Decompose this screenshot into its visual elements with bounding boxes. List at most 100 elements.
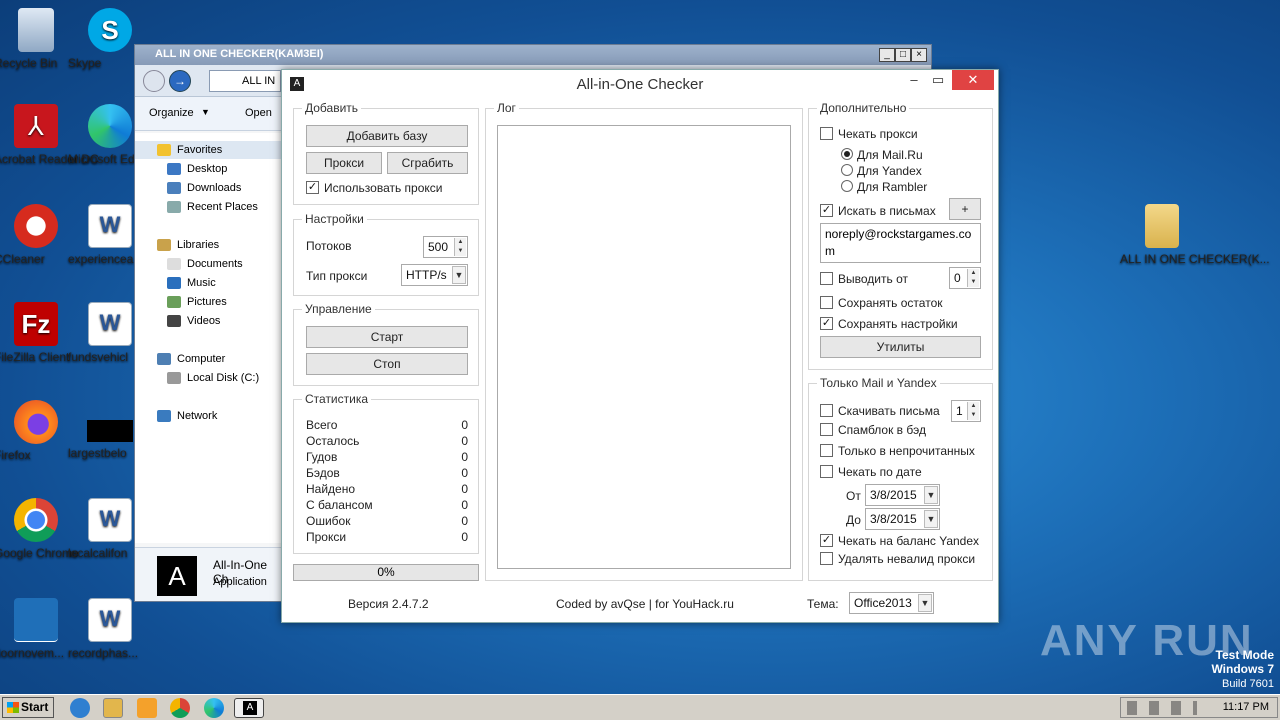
radio-yandex[interactable] <box>841 164 853 176</box>
disk-icon <box>167 372 181 385</box>
checker-taskbar-icon[interactable]: A <box>234 698 264 718</box>
start-button[interactable]: Start <box>2 697 54 718</box>
desktop-icon-filezilla[interactable]: Fz FileZilla Client <box>0 302 78 364</box>
nav-desktop[interactable]: Desktop <box>167 160 227 178</box>
close-button[interactable]: ✕ <box>952 70 994 90</box>
forward-icon[interactable]: → <box>169 70 191 92</box>
threads-value: 500 <box>428 240 449 254</box>
open-button[interactable]: Open <box>245 107 272 119</box>
stop-button[interactable]: Стоп <box>306 353 468 375</box>
proxy-type-select[interactable]: HTTP/s ▼ <box>401 264 468 286</box>
nav-downloads[interactable]: Downloads <box>167 179 241 197</box>
to-label: До <box>846 513 861 527</box>
control-group-title: Управление <box>302 302 375 316</box>
spinner-icon[interactable]: ▲ ▼ <box>967 402 979 420</box>
grab-button[interactable]: Сграбить <box>387 152 468 174</box>
computer-icon <box>157 353 171 366</box>
clock[interactable]: 11:17 PM <box>1223 701 1269 713</box>
nav-music[interactable]: Music <box>167 274 216 292</box>
use-proxy-checkbox[interactable]: ✓ <box>306 181 319 194</box>
nav-recent[interactable]: Recent Places <box>167 198 258 216</box>
desktop-icon-doornovem[interactable]: doornovem... <box>0 598 78 660</box>
desktop-icon-firefox[interactable]: Firefox <box>0 400 78 462</box>
only-unread-checkbox[interactable] <box>820 444 833 457</box>
desktop-icon-label: FileZilla Client <box>0 350 70 364</box>
version-label: Версия 2.4.7.2 <box>348 597 429 611</box>
checker-window: A All-in-One Checker – ▭ ✕ Добавить Доба… <box>281 69 999 623</box>
testmode-line1: Test Mode <box>1215 648 1274 662</box>
desktop-icon-recycle-bin[interactable]: Recycle Bin <box>0 8 78 70</box>
download-letters-checkbox[interactable] <box>820 404 833 417</box>
nav-videos[interactable]: Videos <box>167 312 220 330</box>
save-settings-checkbox[interactable]: ✓ <box>820 317 833 330</box>
utilities-button[interactable]: Утилиты <box>820 336 981 358</box>
word-document-icon: W <box>88 204 132 248</box>
chrome-icon[interactable] <box>170 698 190 718</box>
from-date-picker[interactable]: 3/8/2015 ▼ <box>865 484 940 506</box>
ie-icon[interactable] <box>70 698 90 718</box>
output-from-stepper[interactable]: 0 ▲ ▼ <box>949 267 981 289</box>
output-from-checkbox[interactable] <box>820 272 833 285</box>
radio-yandex-label: Для Yandex <box>857 164 922 178</box>
progress-bar: 0% <box>293 564 479 581</box>
save-rest-checkbox[interactable] <box>820 296 833 309</box>
spinner-icon[interactable]: ▲ ▼ <box>454 238 466 256</box>
coded-by-label: Coded by avQse | for YouHack.ru <box>556 597 734 611</box>
remove-invalid-proxy-checkbox[interactable] <box>820 552 833 565</box>
skype-icon: S <box>88 8 132 52</box>
desktop-icon-label: ALL IN ONE CHECKER(K... <box>1120 252 1270 266</box>
proxy-button[interactable]: Прокси <box>306 152 382 174</box>
check-proxy-checkbox[interactable] <box>820 127 833 140</box>
search-in-letters-checkbox[interactable]: ✓ <box>820 204 833 217</box>
edge-icon[interactable] <box>204 698 224 718</box>
desktop-icon-chrome[interactable]: Google Chrome <box>0 498 79 560</box>
to-date-picker[interactable]: 3/8/2015 ▼ <box>865 508 940 530</box>
add-search-button[interactable]: + <box>949 198 981 220</box>
threads-stepper[interactable]: 500 ▲ ▼ <box>423 236 468 258</box>
radio-mailru[interactable] <box>841 148 853 160</box>
only-unread-label: Только в непрочитанных <box>838 444 975 458</box>
nav-documents[interactable]: Documents <box>167 255 243 273</box>
add-base-button[interactable]: Добавить базу <box>306 125 468 147</box>
maximize-button[interactable]: □ <box>895 48 911 62</box>
spinner-icon[interactable]: ▲ ▼ <box>967 269 979 287</box>
desktop-icon-acrobat[interactable]: ⅄ Acrobat Reader DC <box>0 104 99 166</box>
start-label: Start <box>21 700 49 714</box>
minimize-button[interactable]: _ <box>879 48 895 62</box>
radio-rambler[interactable] <box>841 180 853 192</box>
organize-button[interactable]: Organize <box>149 107 194 119</box>
desktop-icon-recordphas[interactable]: W recordphas... <box>68 598 152 660</box>
nav-libraries[interactable]: Libraries <box>157 236 219 254</box>
desktop-icon-label: doornovem... <box>0 646 65 660</box>
desktop-icon-ccleaner[interactable]: CCleaner <box>0 204 78 266</box>
nav-network[interactable]: Network <box>157 407 217 425</box>
check-by-date-label: Чекать по дате <box>838 465 922 479</box>
address-input[interactable]: ALL IN <box>209 70 281 92</box>
nav-localdisk[interactable]: Local Disk (C:) <box>167 369 259 387</box>
media-player-icon[interactable] <box>137 698 157 718</box>
nav-computer[interactable]: Computer <box>157 350 225 368</box>
spamblock-checkbox[interactable] <box>820 423 833 436</box>
explorer-icon[interactable] <box>103 698 123 718</box>
download-letters-stepper[interactable]: 1 ▲ ▼ <box>951 400 981 422</box>
start-button[interactable]: Старт <box>306 326 468 348</box>
check-by-date-checkbox[interactable] <box>820 465 833 478</box>
radio-rambler-label: Для Rambler <box>857 180 928 194</box>
log-textarea[interactable] <box>497 125 791 569</box>
back-icon[interactable] <box>143 70 165 92</box>
close-button[interactable]: × <box>911 48 927 62</box>
extra-group: Дополнительно Чекать прокси Для Mail.Ru … <box>808 101 993 370</box>
desktop-icon-aio-folder[interactable]: ALL IN ONE CHECKER(K... <box>1120 204 1270 266</box>
videos-icon <box>167 315 181 328</box>
search-text-field[interactable]: noreply@rockstargames.co m <box>820 223 981 263</box>
tray-icons <box>1127 701 1197 715</box>
desktop-icon-label: Recycle Bin <box>0 56 58 70</box>
maximize-button[interactable]: ▭ <box>924 70 952 90</box>
address-text: ALL IN <box>242 75 276 87</box>
nav-pictures[interactable]: Pictures <box>167 293 227 311</box>
add-group-title: Добавить <box>302 101 362 115</box>
from-date-value: 3/8/2015 <box>870 488 917 502</box>
nav-favorites[interactable]: Favorites <box>135 141 281 159</box>
theme-select[interactable]: Office2013 ▼ <box>849 592 934 614</box>
check-balance-yandex-checkbox[interactable]: ✓ <box>820 534 833 547</box>
